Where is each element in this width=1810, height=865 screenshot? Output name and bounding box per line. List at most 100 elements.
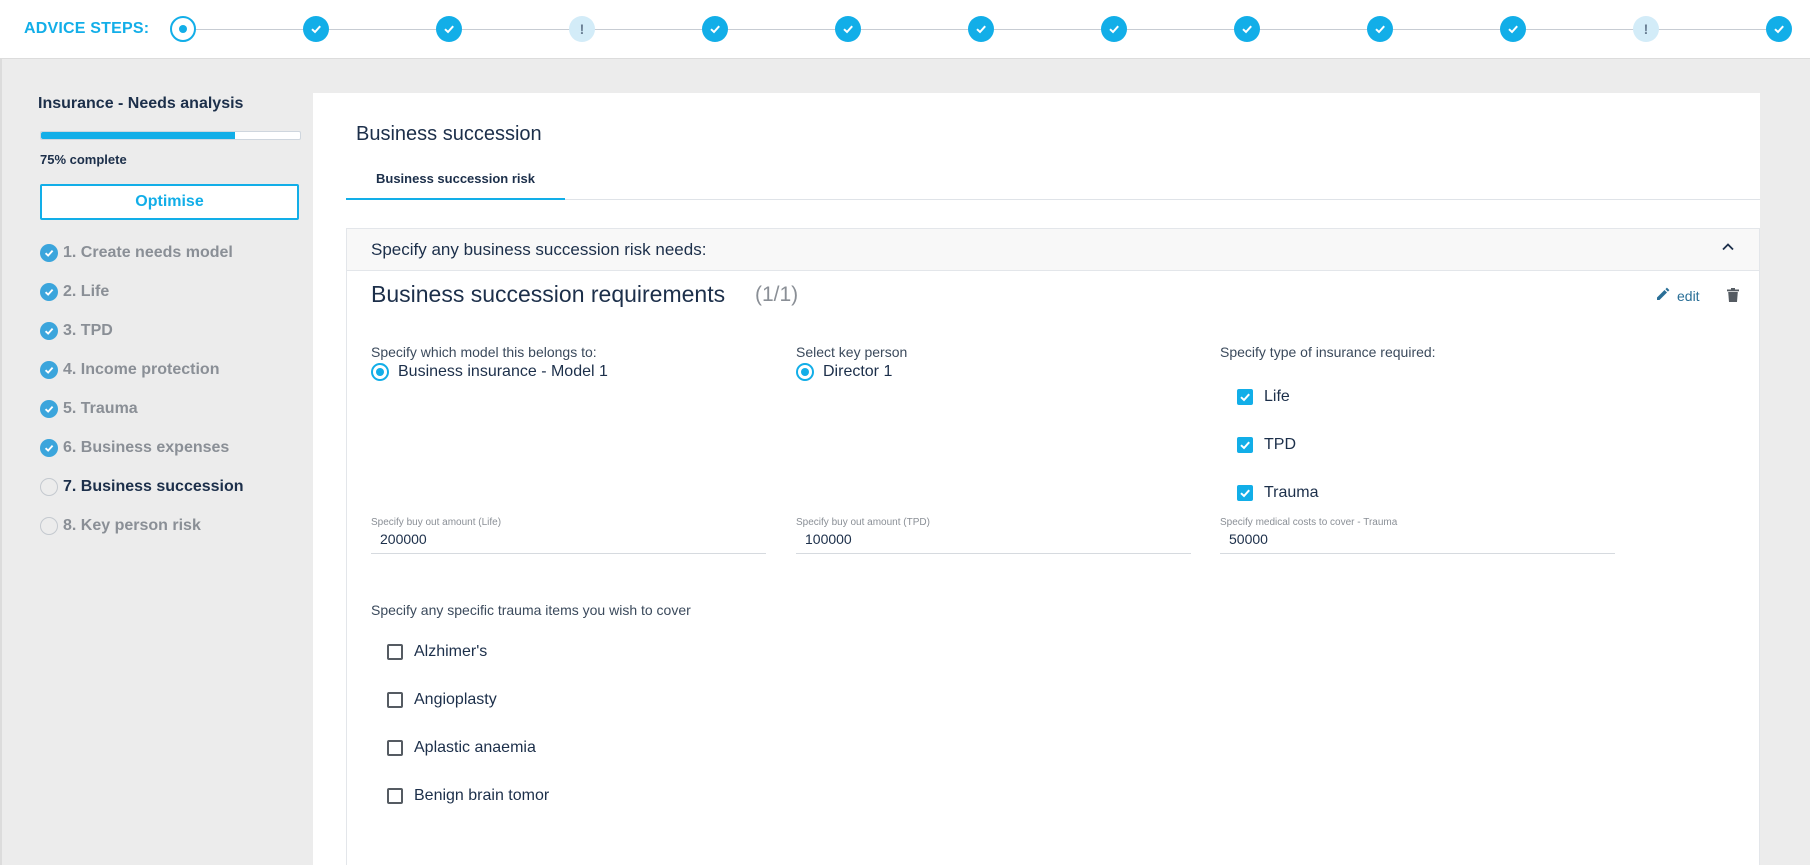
section-header[interactable]: Specify any business succession risk nee… (347, 229, 1759, 271)
sidebar: Insurance - Needs analysis 75% complete … (0, 59, 313, 865)
insurance-type-label: TPD (1264, 436, 1296, 453)
sidebar-nav-item[interactable]: 1. Create needs model (40, 233, 310, 272)
medical-costs-field: Specify medical costs to cover - Trauma (1220, 517, 1615, 554)
check-circle-icon (40, 360, 58, 379)
sidebar-nav-item[interactable]: 2. Life (40, 272, 310, 311)
checkbox-unchecked-icon (387, 692, 403, 708)
radio-selected-icon (371, 363, 389, 381)
check-circle-icon (40, 399, 58, 418)
delete-button[interactable] (1727, 288, 1739, 307)
sidebar-nav-item-label: 7. Business succession (63, 477, 244, 495)
sidebar-nav-item[interactable]: 7. Business succession (40, 467, 310, 506)
key-person-option-label: Director 1 (823, 363, 893, 380)
main-panel: Business succession Business succession … (313, 93, 1760, 865)
pencil-icon (1656, 287, 1677, 304)
trauma-item-checkbox[interactable]: Alzhimer's (387, 643, 487, 661)
progress-bar (40, 131, 301, 140)
sidebar-nav-item-label: 6. Business expenses (63, 438, 230, 456)
trauma-item-checkbox[interactable]: Benign brain tomor (387, 787, 549, 805)
step-completed-check-icon[interactable] (1766, 16, 1792, 42)
step-warning-icon[interactable]: ! (1633, 16, 1659, 42)
sidebar-nav-item-label: 8. Key person risk (63, 516, 201, 534)
sidebar-nav-item-label: 1. Create needs model (63, 243, 233, 261)
model-label: Specify which model this belongs to: (371, 344, 597, 360)
step-completed-check-icon[interactable] (1234, 16, 1260, 42)
edit-button[interactable]: edit (1656, 287, 1700, 304)
check-circle-icon (40, 321, 58, 340)
trauma-item-checkbox[interactable]: Aplastic anaemia (387, 739, 536, 757)
page-title: Business succession (356, 123, 542, 145)
sidebar-nav-item[interactable]: 5. Trauma (40, 389, 310, 428)
step-completed-check-icon[interactable] (1367, 16, 1393, 42)
sidebar-nav: 1. Create needs model 2. Life 3. TPD 4. Inc… (40, 233, 310, 545)
advice-steps-bar: ADVICE STEPS: !! (0, 0, 1810, 59)
requirement-title: Business succession requirements (371, 281, 726, 307)
checkbox-unchecked-icon (387, 788, 403, 804)
check-circle-icon (40, 438, 58, 457)
sidebar-nav-item-label: 3. TPD (63, 321, 113, 339)
sidebar-nav-item[interactable]: 3. TPD (40, 311, 310, 350)
step-completed-check-icon[interactable] (968, 16, 994, 42)
trauma-item-label: Angioplasty (414, 691, 497, 708)
sidebar-nav-item-label: 2. Life (63, 282, 110, 300)
progress-text: 75% complete (40, 152, 127, 167)
checkbox-checked-icon (1237, 389, 1253, 405)
empty-circle-icon (40, 477, 58, 496)
sidebar-nav-item-label: 4. Income protection (63, 360, 220, 378)
tab-business-succession-risk[interactable]: Business succession risk (346, 159, 565, 200)
optimise-button[interactable]: Optimise (40, 184, 299, 220)
section-header-label: Specify any business succession risk nee… (371, 239, 707, 259)
sidebar-nav-item-label: 5. Trauma (63, 399, 138, 417)
sidebar-nav-item[interactable]: 6. Business expenses (40, 428, 310, 467)
step-completed-check-icon[interactable] (436, 16, 462, 42)
buyout-tpd-field: Specify buy out amount (TPD) (796, 517, 1191, 554)
trauma-item-label: Aplastic anaemia (414, 739, 536, 756)
business-succession-section: Specify any business succession risk nee… (346, 228, 1760, 865)
step-completed-check-icon[interactable] (1500, 16, 1526, 42)
warning-mark: ! (579, 21, 585, 37)
trauma-items-label: Specify any specific trauma items you wi… (371, 602, 691, 618)
trauma-item-label: Benign brain tomor (414, 787, 550, 804)
trauma-item-checkbox[interactable]: Angioplasty (387, 691, 497, 709)
insurance-type-label: Trauma (1264, 484, 1319, 501)
empty-circle-icon (40, 516, 58, 535)
advice-steps-label: ADVICE STEPS: (24, 20, 150, 37)
progress-bar-fill (41, 132, 236, 139)
check-circle-icon (40, 243, 58, 262)
key-person-label: Select key person (796, 344, 908, 360)
step-completed-check-icon[interactable] (1101, 16, 1127, 42)
warning-mark: ! (1643, 21, 1649, 37)
requirement-count: (1/1) (755, 283, 799, 306)
insurance-type-label: Specify type of insurance required: (1220, 344, 1436, 360)
step-completed-check-icon[interactable] (303, 16, 329, 42)
checkbox-unchecked-icon (387, 740, 403, 756)
medical-costs-label: Specify medical costs to cover - Trauma (1220, 517, 1398, 528)
model-option-label: Business insurance - Model 1 (398, 363, 608, 380)
insurance-type-checkbox[interactable]: Trauma (1237, 484, 1319, 502)
step-completed-check-icon[interactable] (835, 16, 861, 42)
trauma-item-label: Alzhimer's (414, 643, 488, 660)
buyout-tpd-label: Specify buy out amount (TPD) (796, 517, 930, 528)
medical-costs-input[interactable] (1220, 531, 1615, 553)
insurance-type-checkbox[interactable]: Life (1237, 388, 1290, 406)
buyout-life-field: Specify buy out amount (Life) (371, 517, 766, 554)
chevron-up-icon[interactable] (1721, 240, 1735, 259)
buyout-life-input[interactable] (371, 531, 766, 553)
check-circle-icon (40, 282, 58, 301)
checkbox-unchecked-icon (387, 644, 403, 660)
model-radio-option[interactable]: Business insurance - Model 1 (371, 363, 608, 381)
buyout-life-label: Specify buy out amount (Life) (371, 517, 502, 528)
key-person-radio-option[interactable]: Director 1 (796, 363, 892, 381)
insurance-type-checkbox[interactable]: TPD (1237, 436, 1296, 454)
sidebar-nav-item[interactable]: 8. Key person risk (40, 506, 310, 545)
trash-icon (1727, 288, 1739, 306)
step-current-icon[interactable] (170, 16, 196, 42)
sidebar-title: Insurance - Needs analysis (38, 95, 244, 112)
buyout-tpd-input[interactable] (796, 531, 1191, 553)
sidebar-nav-item[interactable]: 4. Income protection (40, 350, 310, 389)
tab-bar: Business succession risk (346, 159, 1760, 200)
step-warning-icon[interactable]: ! (569, 16, 595, 42)
checkbox-checked-icon (1237, 437, 1253, 453)
step-completed-check-icon[interactable] (702, 16, 728, 42)
checkbox-checked-icon (1237, 485, 1253, 501)
